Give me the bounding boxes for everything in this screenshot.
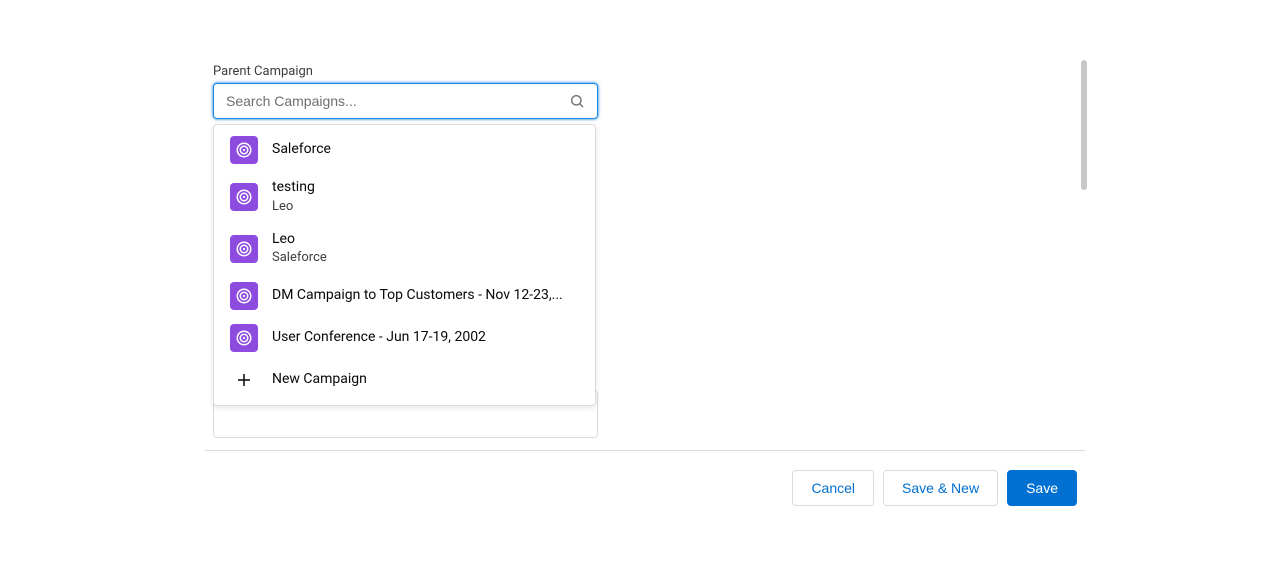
campaign-icon (230, 136, 258, 164)
option-subtitle: Saleforce (272, 249, 327, 267)
option-text: Saleforce (272, 140, 331, 160)
search-campaigns-combobox[interactable] (213, 83, 598, 119)
campaign-dropdown: Saleforce testing Leo Leo Saleforce (213, 124, 596, 406)
campaign-option[interactable]: DM Campaign to Top Customers - Nov 12-23… (214, 275, 595, 317)
search-icon (569, 93, 585, 109)
scrollbar-thumb[interactable] (1081, 60, 1087, 190)
campaign-option[interactable]: Leo Saleforce (214, 223, 595, 275)
option-text: New Campaign (272, 370, 367, 390)
campaign-icon (230, 324, 258, 352)
campaign-option[interactable]: User Conference - Jun 17-19, 2002 (214, 317, 595, 359)
new-campaign-option[interactable]: New Campaign (214, 359, 595, 401)
option-title: testing (272, 178, 315, 198)
option-title: User Conference - Jun 17-19, 2002 (272, 328, 486, 348)
campaign-option[interactable]: testing Leo (214, 171, 595, 223)
option-title: DM Campaign to Top Customers - Nov 12-23… (272, 286, 563, 306)
campaign-icon (230, 235, 258, 263)
option-title: Saleforce (272, 140, 331, 160)
footer-buttons: Cancel Save & New Save (792, 470, 1077, 506)
campaign-icon (230, 282, 258, 310)
option-text: User Conference - Jun 17-19, 2002 (272, 328, 486, 348)
option-title: Leo (272, 230, 327, 250)
save-and-new-button[interactable]: Save & New (883, 470, 998, 506)
footer-divider (205, 450, 1085, 451)
option-text: Leo Saleforce (272, 230, 327, 268)
plus-icon (230, 366, 258, 394)
option-text: testing Leo (272, 178, 315, 216)
new-campaign-label: New Campaign (272, 370, 367, 390)
option-text: DM Campaign to Top Customers - Nov 12-23… (272, 286, 563, 306)
campaign-option[interactable]: Saleforce (214, 129, 595, 171)
field-label-parent-campaign: Parent Campaign (213, 64, 598, 79)
cancel-button[interactable]: Cancel (792, 470, 874, 506)
campaign-icon (230, 183, 258, 211)
search-campaigns-input[interactable] (226, 93, 569, 109)
save-button[interactable]: Save (1007, 470, 1077, 506)
parent-campaign-lookup: Parent Campaign Saleforce testing (213, 64, 598, 119)
option-subtitle: Leo (272, 198, 315, 216)
